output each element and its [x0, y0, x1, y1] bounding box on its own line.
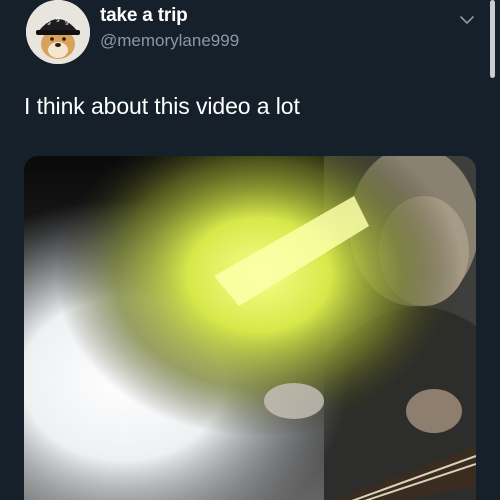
display-name[interactable]: take a trip: [100, 5, 188, 27]
chevron-down-icon[interactable]: [459, 12, 475, 28]
scrollbar[interactable]: [490, 0, 495, 78]
user-handle[interactable]: @memorylane999: [100, 31, 239, 51]
tweet-card: 9 9 9 take a trip @memorylane999 I think…: [0, 0, 500, 500]
svg-text:9: 9: [56, 17, 60, 24]
avatar[interactable]: 9 9 9: [26, 0, 90, 64]
tweet-text: I think about this video a lot: [24, 93, 300, 119]
dog-avatar-icon: 9 9 9: [26, 0, 90, 64]
tweet-video[interactable]: [24, 156, 476, 500]
svg-text:9: 9: [65, 20, 69, 27]
video-frame: [24, 156, 476, 500]
svg-text:9: 9: [47, 20, 51, 27]
